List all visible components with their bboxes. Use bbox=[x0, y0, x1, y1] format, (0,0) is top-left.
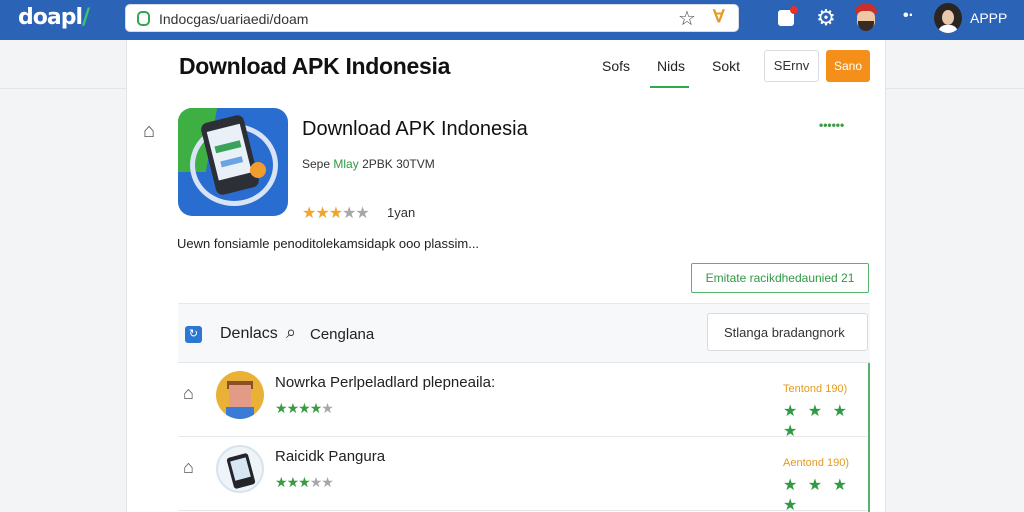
app-name: Download APK Indonesia bbox=[302, 118, 528, 140]
star-icon: ★ bbox=[355, 205, 369, 222]
search-label[interactable]: Cenglana bbox=[310, 326, 374, 343]
meta-developer[interactable]: Mlay bbox=[333, 157, 358, 171]
page-title: Download APK Indonesia bbox=[179, 53, 451, 79]
list-item-price: Aentond 190) bbox=[783, 457, 850, 469]
app-meta: Sepe Mlay 2PBK 30TVM bbox=[302, 157, 435, 171]
app-label[interactable]: APPP bbox=[970, 10, 1007, 26]
app-rating-stars: ★★★★★ bbox=[302, 203, 370, 223]
url-text: Indocgas/uariaedi/doam bbox=[159, 11, 309, 27]
phone-icon bbox=[226, 452, 256, 490]
list-accent-rule bbox=[868, 363, 870, 512]
search-input[interactable] bbox=[707, 313, 868, 351]
nav-link-1[interactable]: Sofs bbox=[602, 58, 630, 74]
star-icon: ★ bbox=[286, 400, 300, 416]
meta-prefix: Sepe bbox=[302, 157, 331, 171]
screen-button bbox=[220, 156, 244, 168]
notification-dot bbox=[790, 6, 798, 14]
star-icon: ★ bbox=[275, 400, 288, 416]
user-shirt bbox=[938, 25, 958, 33]
star-icon: ★ bbox=[315, 205, 329, 222]
star-icon: ★ bbox=[342, 205, 356, 222]
phone-screen bbox=[206, 123, 252, 181]
toolbar-label[interactable]: Denlacs bbox=[220, 325, 278, 343]
signin-button[interactable]: SErnv bbox=[764, 50, 819, 82]
nav-link-2[interactable]: Nids bbox=[657, 58, 685, 74]
list-item-stars: ★★★★★ bbox=[275, 474, 334, 491]
app-icon bbox=[178, 108, 288, 216]
list-item-title[interactable]: Raicidk Pangura bbox=[275, 448, 385, 465]
home-icon[interactable]: ⌂ bbox=[183, 457, 194, 478]
app-thumbnail bbox=[216, 371, 264, 419]
logo-text: doapl bbox=[18, 5, 83, 30]
star-icon: ★ bbox=[298, 474, 311, 490]
list-item-stars: ★★★★★ bbox=[275, 400, 334, 417]
star-icon: ★ bbox=[275, 474, 288, 490]
refresh-icon[interactable]: ↻ bbox=[185, 326, 202, 343]
app-description: Uewn fonsiamle penoditolekamsidapk ooo p… bbox=[177, 236, 480, 251]
bookmark-star-icon[interactable]: ☆ bbox=[678, 6, 696, 31]
download-action-button[interactable]: Emitate racikdhedaunied 21 bbox=[691, 263, 869, 293]
list-item-title[interactable]: Nowrka Perlpeladlard plepneaila: bbox=[275, 374, 495, 391]
browser-toolbar: doapl/ Indocgas/uariaedi/doam ☆ ∀ ⚙ •· A… bbox=[0, 0, 1024, 40]
star-icon: ★ bbox=[286, 474, 300, 490]
star-icon: ★ bbox=[321, 474, 334, 490]
star-icon: ★ bbox=[302, 205, 316, 222]
page-card: Download APK Indonesia Sofs Nids Sokt SE… bbox=[126, 40, 886, 512]
more-icon[interactable]: •· bbox=[903, 7, 914, 25]
avatar-beard bbox=[858, 21, 874, 31]
search-icon[interactable]: ⌕ bbox=[286, 322, 296, 343]
lock-icon bbox=[137, 11, 150, 26]
cta-button[interactable]: Sano bbox=[826, 50, 870, 82]
meta-version: 2PBK 30TVM bbox=[362, 157, 435, 171]
address-bar[interactable]: Indocgas/uariaedi/doam ☆ ∀ bbox=[125, 4, 739, 32]
user-face bbox=[942, 10, 954, 25]
list-item-price: Tentond 190) bbox=[783, 383, 848, 395]
star-icon: ★ bbox=[309, 400, 323, 416]
app-age: 1yan bbox=[387, 205, 416, 220]
star-icon: ★ bbox=[321, 400, 334, 416]
list-item-rating: ★ ★ ★ ★ bbox=[783, 403, 850, 440]
list-item-rating: ★ ★ ★ ★ bbox=[783, 477, 850, 512]
home-icon[interactable]: ⌂ bbox=[143, 120, 155, 143]
notifications-icon[interactable] bbox=[775, 6, 799, 30]
coin-icon bbox=[250, 162, 266, 178]
profile-avatar[interactable] bbox=[853, 4, 879, 32]
list-item[interactable]: ⌂ Nowrka Perlpeladlard plepneaila: ★★★★★… bbox=[178, 363, 870, 440]
app-thumbnail bbox=[216, 445, 264, 493]
gear-icon[interactable]: ⚙ bbox=[814, 6, 838, 30]
filter-toolbar: ↻ Denlacs ⌕ Cenglana bbox=[178, 303, 870, 363]
home-icon[interactable]: ⌂ bbox=[183, 383, 194, 404]
phone-screen bbox=[230, 457, 251, 481]
star-icon: ★ bbox=[298, 400, 311, 416]
rating-dots: •••••• bbox=[819, 118, 845, 132]
screen-bar bbox=[214, 140, 242, 154]
active-nav-indicator bbox=[650, 86, 689, 88]
user-avatar[interactable] bbox=[934, 3, 962, 33]
logo-slash: / bbox=[82, 5, 90, 30]
star-icon: ★ bbox=[328, 205, 343, 222]
list-item[interactable]: ⌂ Raicidk Pangura ★★★★★ Aentond 190) ★ ★… bbox=[178, 437, 870, 512]
extension-icon[interactable]: ∀ bbox=[713, 7, 725, 27]
star-icon: ★ bbox=[309, 474, 323, 490]
nav-link-3[interactable]: Sokt bbox=[712, 58, 740, 74]
thumb-body bbox=[226, 407, 254, 419]
thumb-head bbox=[229, 385, 251, 407]
site-logo[interactable]: doapl/ bbox=[18, 5, 90, 30]
